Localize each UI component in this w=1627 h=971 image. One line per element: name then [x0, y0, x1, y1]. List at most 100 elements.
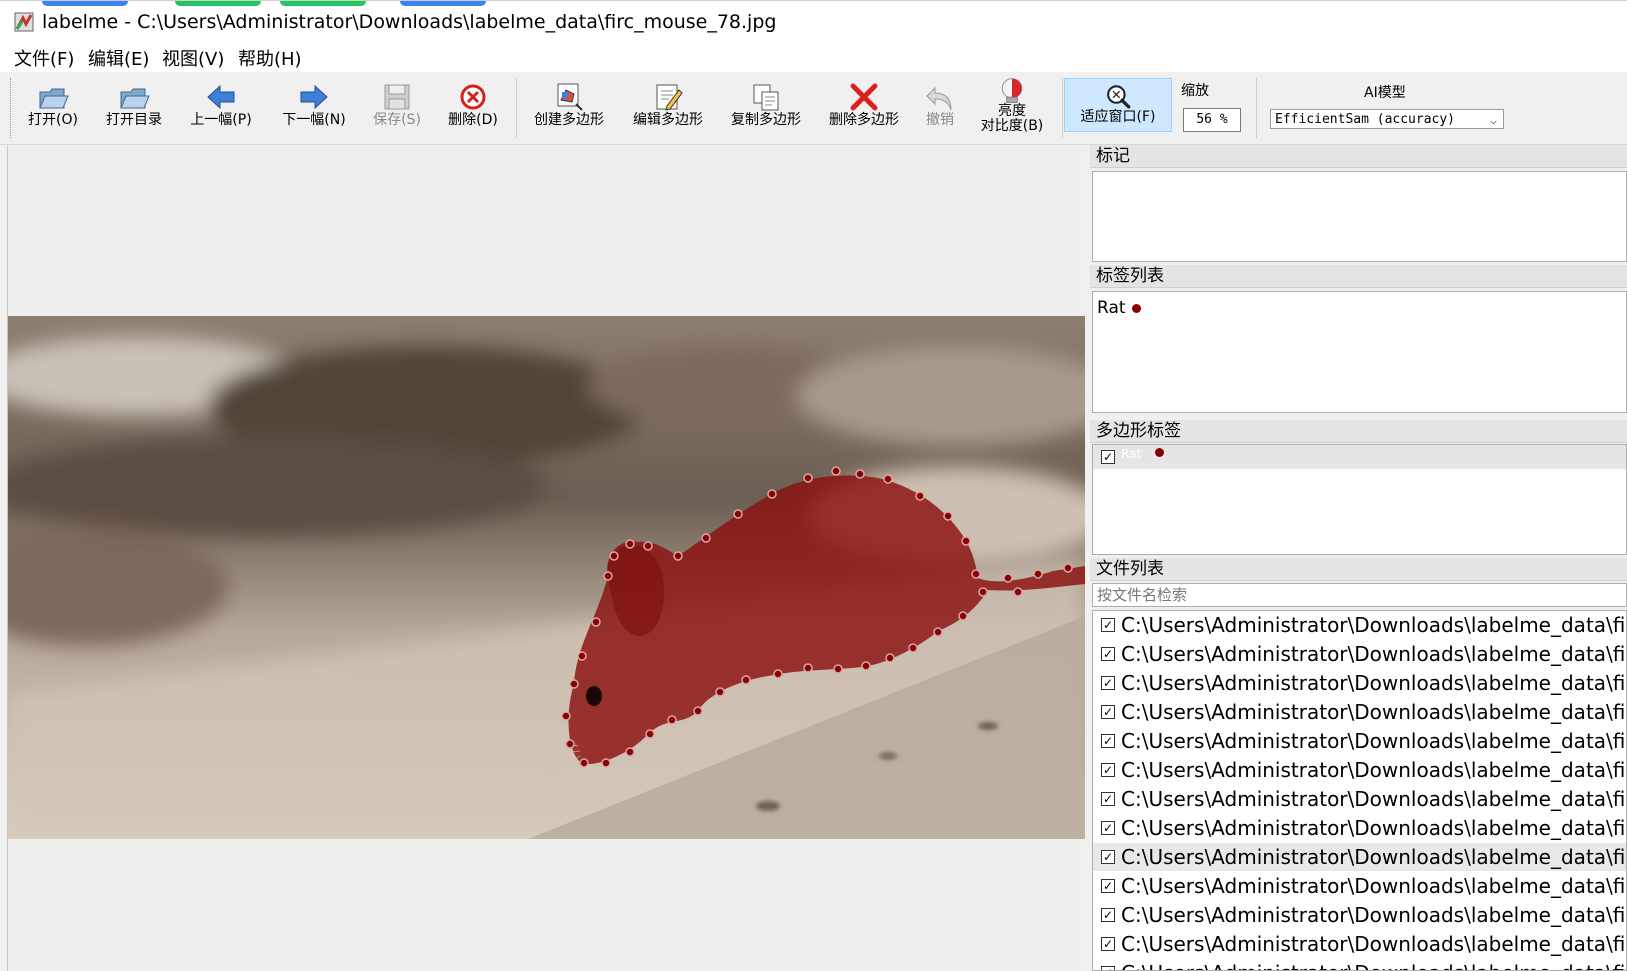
label-list[interactable]: Rat — [1092, 291, 1627, 413]
taskbar-tab-indicator — [280, 1, 366, 6]
file-checkbox[interactable]: ✓ — [1101, 705, 1115, 719]
file-list-item[interactable]: ✓ C:\Users\Administrator\Downloads\labelm… — [1093, 901, 1627, 929]
file-list-item[interactable]: ✓ C:\Users\Administrator\Downloads\labelm… — [1093, 640, 1626, 668]
file-list-item[interactable]: ✓ C:\Users\Administrator\Downloads\labelm… — [1093, 930, 1627, 958]
file-checkbox[interactable]: ✓ — [1101, 676, 1115, 690]
prev-image-button[interactable]: 上一幅(P) — [182, 74, 260, 142]
file-path: C:\Users\Administrator\Downloads\labelme… — [1121, 816, 1627, 840]
file-list-title: 文件列表 — [1090, 558, 1627, 581]
open-dir-button-label: 打开目录 — [106, 112, 162, 128]
prev-image-label: 上一幅(P) — [190, 112, 252, 128]
file-list-item[interactable]: ✓ C:\Users\Administrator\Downloads\labelm… — [1093, 698, 1627, 726]
ai-model-select[interactable]: EfficientSam (accuracy) ⌵ — [1270, 109, 1504, 129]
window-titlebar: labelme - C:\Users\Administrator\Downloa… — [0, 0, 1627, 43]
file-path: C:\Users\Administrator\Downloads\labelme… — [1121, 613, 1627, 637]
mouse-photo[interactable] — [8, 316, 1085, 839]
menu-help[interactable]: 帮助(H) — [238, 45, 302, 71]
file-search-input[interactable]: 按文件名检索 — [1092, 583, 1627, 607]
file-list-item[interactable]: ✓ C:\Users\Administrator\Downloads\labelm… — [1093, 785, 1626, 813]
window-title: labelme - C:\Users\Administrator\Downloa… — [42, 11, 777, 33]
polygon-labels-list[interactable]: ✓ Rat — [1092, 444, 1627, 555]
toolbar-separator — [1062, 78, 1063, 138]
file-list-item[interactable]: ✓ C:\Users\Administrator\Downloads\labelm… — [1093, 814, 1627, 842]
open-dir-button[interactable]: 打开目录 — [98, 74, 170, 142]
label-list-dock: 标签列表 Rat — [1090, 265, 1627, 415]
copy-polygon-button[interactable]: 复制多边形 — [724, 74, 808, 142]
open-button[interactable]: 打开(O) — [20, 74, 86, 142]
delete-polygon-button[interactable]: 删除多边形 — [822, 74, 906, 142]
polygon-label-row[interactable]: ✓ Rat — [1093, 445, 1626, 469]
edit-polygon-button[interactable]: 编辑多边形 — [626, 74, 710, 142]
file-path: C:\Users\Administrator\Downloads\labelme… — [1121, 959, 1626, 970]
delete-polygon-icon — [850, 83, 878, 111]
flags-list[interactable] — [1092, 171, 1627, 262]
create-polygon-button[interactable]: 创建多边形 — [528, 74, 610, 142]
file-path: C:\Users\Administrator\Downloads\labelme… — [1121, 729, 1627, 753]
file-list-item[interactable]: ✓ C:\Users\Administrator\Downloads\labelm… — [1093, 669, 1626, 697]
file-checkbox[interactable]: ✓ — [1101, 647, 1115, 661]
undo-button[interactable]: 撤销 — [914, 74, 966, 142]
file-checkbox[interactable]: ✓ — [1101, 734, 1115, 748]
file-path: C:\Users\Administrator\Downloads\labelme… — [1121, 903, 1627, 927]
chevron-down-icon: ⌵ — [1489, 113, 1497, 127]
file-list-item[interactable]: ✓ C:\Users\Administrator\Downloads\labelm… — [1093, 611, 1627, 639]
save-button[interactable]: 保存(S) — [366, 74, 428, 142]
taskbar-tab-indicator — [175, 1, 261, 6]
file-list-item[interactable]: ✓ C:\Users\Administrator\Downloads\labelm… — [1093, 756, 1626, 784]
labelme-app-icon — [14, 12, 34, 32]
polygon-labels-dock: 多边形标签 ✓ Rat — [1090, 420, 1627, 560]
create-polygon-icon — [557, 83, 583, 111]
delete-polygon-label: 删除多边形 — [829, 112, 899, 128]
label-color-dot — [1131, 303, 1141, 313]
fit-window-icon — [1107, 85, 1131, 109]
delete-file-label: 删除(D) — [448, 112, 498, 128]
polygon-label-name: Rat — [1121, 447, 1142, 461]
file-checkbox[interactable]: ✓ — [1101, 618, 1115, 632]
file-checkbox[interactable]: ✓ — [1101, 792, 1115, 806]
file-checkbox[interactable]: ✓ — [1101, 908, 1115, 922]
file-checkbox[interactable]: ✓ — [1101, 937, 1115, 951]
menu-file[interactable]: 文件(F) — [14, 45, 74, 71]
file-path: C:\Users\Administrator\Downloads\labelme… — [1121, 932, 1627, 956]
taskbar-tab-indicator — [400, 1, 486, 6]
zoom-input[interactable]: 56 % — [1183, 108, 1241, 132]
polygon-visible-checkbox[interactable]: ✓ — [1101, 450, 1115, 464]
file-list-item[interactable]: ✓ C:\Users\Administrator\Downloads\labelm… — [1093, 872, 1626, 900]
next-image-button[interactable]: 下一幅(N) — [274, 74, 354, 142]
file-path: C:\Users\Administrator\Downloads\labelme… — [1121, 700, 1627, 724]
main-toolbar: 打开(O) 打开目录 上一幅(P) 下一幅(N) 保存(S) 删除(D) 创建多… — [0, 72, 1627, 145]
file-list-item-selected[interactable]: ✓ C:\Users\Administrator\Downloads\labelm… — [1093, 843, 1627, 871]
ai-model-label: AI模型 — [1364, 85, 1406, 101]
next-image-label: 下一幅(N) — [282, 112, 346, 128]
menu-view[interactable]: 视图(V) — [162, 45, 224, 71]
edit-polygon-icon — [656, 84, 683, 111]
file-checkbox[interactable]: ✓ — [1101, 966, 1115, 970]
menu-edit[interactable]: 编辑(E) — [88, 45, 149, 71]
file-checkbox[interactable]: ✓ — [1101, 850, 1115, 864]
edit-polygon-label: 编辑多边形 — [633, 112, 703, 128]
flags-dock: 标记 — [1090, 145, 1627, 265]
zoom-label: 缩放 — [1181, 83, 1209, 99]
rat-eye — [586, 686, 602, 706]
fit-window-button[interactable]: 适应窗口(F) — [1064, 78, 1172, 132]
polygon-color-dot — [1155, 448, 1164, 457]
file-list-item[interactable]: ✓ C:\Users\Administrator\Downloads\labelm… — [1093, 727, 1627, 755]
folder-open-icon — [120, 88, 150, 109]
fit-window-label: 适应窗口(F) — [1080, 109, 1156, 125]
brightness-contrast-button[interactable]: 亮度 对比度(B) — [974, 74, 1050, 142]
file-checkbox[interactable]: ✓ — [1101, 763, 1115, 777]
save-button-label: 保存(S) — [373, 112, 421, 128]
copy-polygon-label: 复制多边形 — [731, 112, 801, 128]
file-path: C:\Users\Administrator\Downloads\labelme… — [1121, 845, 1627, 869]
toolbar-grip[interactable] — [10, 78, 14, 138]
polygon-labels-title: 多边形标签 — [1090, 420, 1627, 443]
file-list[interactable]: ✓ C:\Users\Administrator\Downloads\labelm… — [1092, 610, 1627, 971]
flags-dock-title: 标记 — [1090, 145, 1627, 168]
save-icon — [384, 84, 410, 110]
file-list-item[interactable]: ✓ C:\Users\Administrator\Downloads\labelm… — [1093, 959, 1626, 970]
delete-circle-icon — [460, 84, 486, 110]
file-checkbox[interactable]: ✓ — [1101, 879, 1115, 893]
delete-file-button[interactable]: 删除(D) — [440, 74, 506, 142]
label-list-item[interactable]: Rat — [1097, 298, 1141, 318]
file-checkbox[interactable]: ✓ — [1101, 821, 1115, 835]
